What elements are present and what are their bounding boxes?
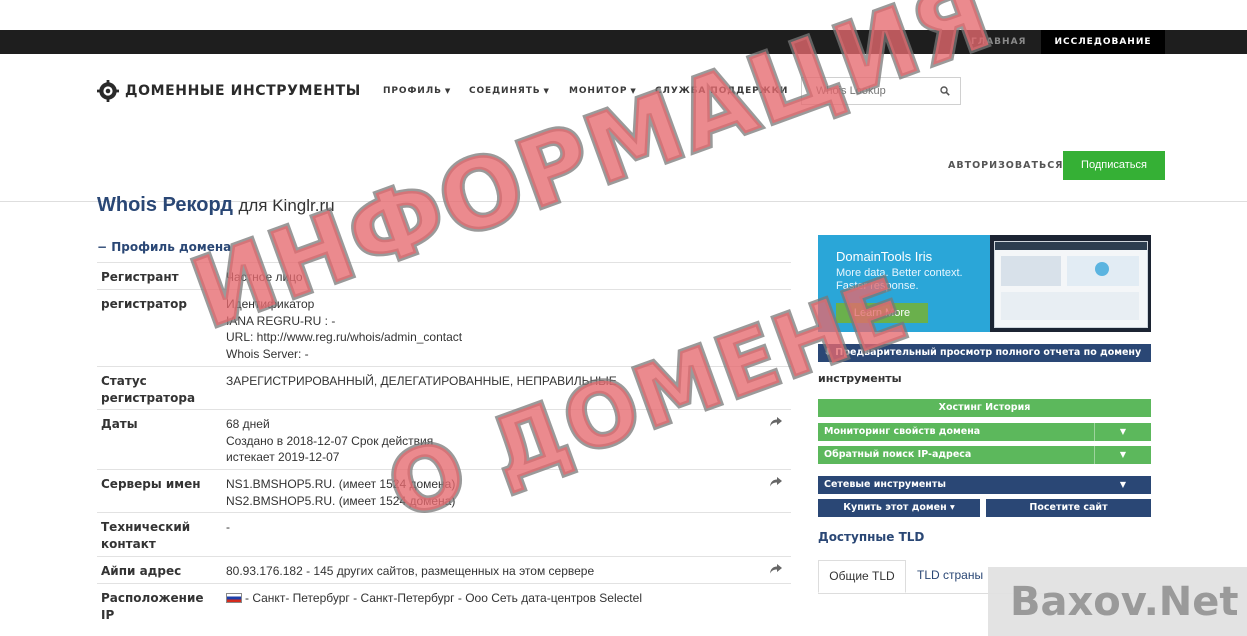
- promo-subtitle: More data. Better context. Faster respon…: [836, 267, 963, 292]
- row-label: Технический контакт: [101, 520, 191, 551]
- chevron-down-icon: ▼: [444, 87, 452, 95]
- row-label: Даты: [101, 417, 138, 431]
- page-title-domain: для Kinglr.ru: [238, 196, 335, 215]
- chevron-down-icon[interactable]: ▼: [1094, 446, 1151, 464]
- tab-country-tld[interactable]: TLD страны: [917, 560, 983, 593]
- chevron-down-icon[interactable]: ▼: [1095, 476, 1151, 494]
- top-link-research[interactable]: ИССЛЕДОВАНИЕ: [1041, 30, 1165, 54]
- top-bar: ГЛАВНАЯ ИССЛЕДОВАНИЕ: [0, 30, 1247, 54]
- table-row: Серверы имен NS1.BMSHOP5.RU. (имеет 1524…: [97, 469, 791, 513]
- row-label: Серверы имен: [101, 477, 201, 491]
- chevron-down-icon: ▼: [543, 87, 550, 95]
- chevron-down-icon: ▼: [630, 87, 637, 95]
- table-row: Расположение IP - Санкт- Петербург - Сан…: [97, 583, 791, 622]
- row-value: 80.93.176.182 - 145 других сайтов, разме…: [226, 564, 595, 578]
- top-margin: [0, 0, 1247, 30]
- row-value: - Санкт- Петербург - Санкт-Петербург - О…: [226, 590, 746, 607]
- learn-more-button[interactable]: Learn More: [836, 303, 928, 323]
- search-input[interactable]: [814, 84, 938, 98]
- row-value: 68 дней Создано в 2018-12-07 Срок действ…: [226, 417, 434, 464]
- row-label: Расположение IP: [101, 591, 204, 622]
- gear-logo-icon: [97, 80, 119, 102]
- row-value: -: [226, 520, 230, 534]
- tools-heading: инструменты: [818, 372, 902, 385]
- iris-promo-banner[interactable]: DomainTools Iris More data. Better conte…: [818, 235, 1151, 332]
- russia-flag-icon: [226, 593, 242, 603]
- visit-site-button[interactable]: Посетите сайт: [986, 499, 1151, 517]
- row-value: Частное лицо: [226, 270, 303, 284]
- table-row: Статус регистратора ЗАРЕГИСТРИРОВАННЫЙ, …: [97, 366, 791, 410]
- nav-monitor[interactable]: МОНИТОР ▼: [569, 86, 637, 96]
- tab-general-tld[interactable]: Общие TLD: [818, 560, 906, 593]
- nav-profile[interactable]: ПРОФИЛЬ ▼: [383, 86, 451, 96]
- domain-monitor-button[interactable]: Мониторинг свойств домена ▼: [818, 423, 1151, 441]
- search-icon[interactable]: [940, 86, 950, 96]
- brand-logo[interactable]: ДОМЕННЫЕ ИНСТРУМЕНТЫ: [97, 80, 361, 102]
- hosting-history-button[interactable]: Хостинг История: [818, 399, 1151, 417]
- network-tools-button[interactable]: Сетевые инструменты ▼: [818, 476, 1151, 494]
- available-tld-heading: Доступные TLD: [818, 530, 925, 544]
- whois-search[interactable]: [801, 77, 961, 105]
- reverse-ip-button[interactable]: Обратный поиск IP-адреса ▼: [818, 446, 1151, 464]
- brand-name: ДОМЕННЫЕ ИНСТРУМЕНТЫ: [125, 83, 361, 99]
- row-label: регистратор: [101, 297, 187, 311]
- table-row: Айпи адрес 80.93.176.182 - 145 других са…: [97, 556, 791, 584]
- row-label: Айпи адрес: [101, 564, 182, 578]
- row-value: Идентификатор IANA REGRU-RU : - URL: htt…: [226, 297, 463, 361]
- table-row: Регистрант Частное лицо: [97, 262, 791, 290]
- row-value: ЗАРЕГИСТРИРОВАННЫЙ, ДЕЛЕГАТИРОВАННЫЕ, НЕ…: [226, 374, 617, 388]
- chevron-down-icon[interactable]: ▼: [1094, 423, 1151, 441]
- product-screenshot: [994, 241, 1148, 328]
- subscribe-button[interactable]: Подписаться: [1063, 151, 1165, 180]
- domain-profile-toggle[interactable]: − Профиль домена: [97, 240, 231, 254]
- row-label: Статус регистратора: [101, 374, 196, 405]
- share-icon[interactable]: [769, 416, 783, 428]
- site-watermark: Baxov.Net: [988, 567, 1247, 636]
- table-row: регистратор Идентификатор IANA REGRU-RU …: [97, 289, 791, 367]
- page-title: Whois Рекорд для Kinglr.ru: [97, 196, 797, 226]
- promo-title: DomainTools Iris: [836, 249, 933, 264]
- site-watermark-text: Baxov.Net: [1010, 579, 1239, 625]
- login-link[interactable]: АВТОРИЗОВАТЬСЯ: [948, 160, 1064, 171]
- nav-support[interactable]: СЛУЖБА ПОДДЕРЖКИ: [655, 86, 788, 96]
- nav-connect[interactable]: СОЕДИНЯТЬ ▼: [469, 86, 550, 96]
- table-row: Даты 68 дней Создано в 2018-12-07 Срок д…: [97, 409, 791, 470]
- share-icon[interactable]: [769, 563, 783, 575]
- row-label: Регистрант: [101, 270, 179, 284]
- top-link-home[interactable]: ГЛАВНАЯ: [971, 30, 1026, 54]
- share-icon[interactable]: [769, 476, 783, 488]
- full-report-preview-button[interactable]: ⬇ Предварительный просмотр полного отчет…: [818, 344, 1151, 362]
- table-row: Технический контакт -: [97, 512, 791, 557]
- page-title-main: Whois Рекорд: [97, 196, 233, 216]
- buy-domain-button[interactable]: Купить этот домен ▾: [818, 499, 980, 517]
- row-value: NS1.BMSHOP5.RU. (имеет 1524 домена) NS2.…: [226, 477, 456, 508]
